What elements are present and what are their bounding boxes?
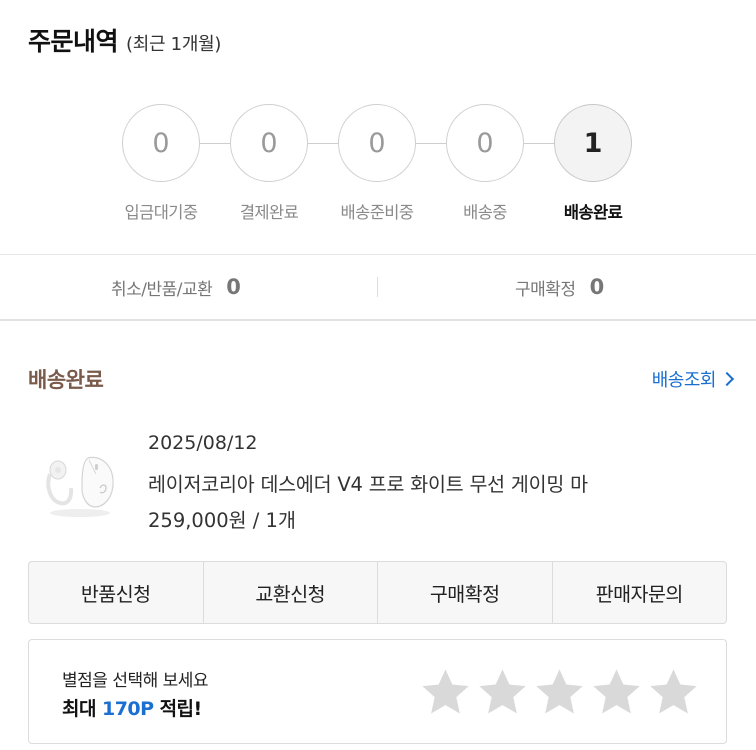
reward-points: 170P: [101, 698, 154, 720]
seller-inquiry-button[interactable]: 판매자문의: [553, 562, 727, 623]
chevron-right-icon: [719, 371, 735, 387]
order-progress-steps: 0 입금대기중 0 결제완료 0 배송준비중 0 배송중 1 배송완료: [0, 104, 756, 229]
page-header: 주문내역 (최근 1개월): [28, 22, 221, 58]
reward-suffix: 적립!: [159, 698, 203, 720]
summary-label: 구매확정: [515, 279, 576, 300]
step-count-circle: 0: [338, 104, 416, 182]
step-count-circle: 0: [122, 104, 200, 182]
order-date: 2025/08/12: [148, 432, 258, 454]
order-action-buttons: 반품신청 교환신청 구매확정 판매자문의: [28, 561, 727, 624]
step-delivered[interactable]: 1 배송완료: [538, 104, 648, 223]
order-summary-bar: 취소/반품/교환 0 구매확정 0: [0, 255, 756, 319]
track-shipment-link[interactable]: 배송조회: [651, 366, 735, 392]
star-icon[interactable]: [590, 666, 643, 719]
star-icon[interactable]: [647, 666, 700, 719]
page-subtitle: (최근 1개월): [126, 34, 222, 55]
summary-separator: [377, 277, 378, 297]
reward-text: 최대 170P 적립!: [62, 694, 202, 721]
page-title: 주문내역: [28, 27, 119, 56]
step-count-circle: 0: [446, 104, 524, 182]
star-rating: [419, 666, 700, 719]
step-label: 배송중: [463, 203, 507, 222]
review-rating-card: 별점을 선택해 보세요 최대 170P 적립!: [28, 639, 727, 744]
step-count-circle: 1: [554, 104, 632, 182]
wireless-mouse-icon: [46, 456, 114, 517]
step-payment-complete[interactable]: 0 결제완료: [214, 104, 324, 223]
summary-count: 0: [589, 275, 605, 299]
step-label: 입금대기중: [124, 203, 199, 222]
product-name-link[interactable]: 레이저코리아 데스에더 V4 프로 화이트 무선 게이밍 마: [148, 468, 748, 497]
star-icon[interactable]: [419, 666, 472, 719]
rating-prompt: 별점을 선택해 보세요: [62, 671, 209, 691]
return-request-button[interactable]: 반품신청: [29, 562, 204, 623]
step-preparing-shipment[interactable]: 0 배송준비중: [322, 104, 432, 223]
step-count-circle: 0: [230, 104, 308, 182]
step-pending-payment[interactable]: 0 입금대기중: [106, 104, 216, 223]
step-label: 배송준비중: [340, 203, 415, 222]
exchange-request-button[interactable]: 교환신청: [204, 562, 378, 623]
cancel-return-exchange-summary[interactable]: 취소/반품/교환 0: [111, 255, 241, 319]
step-in-transit[interactable]: 0 배송중: [430, 104, 540, 223]
product-thumbnail[interactable]: [36, 440, 124, 520]
purchase-confirm-button[interactable]: 구매확정: [378, 562, 553, 623]
step-label: 배송완료: [563, 203, 623, 222]
summary-label: 취소/반품/교환: [111, 279, 213, 300]
reward-prefix: 최대: [62, 698, 96, 720]
purchase-confirm-summary[interactable]: 구매확정 0: [515, 255, 604, 319]
summary-count: 0: [226, 275, 241, 299]
section-divider: [0, 319, 756, 321]
order-status-heading: 배송완료: [28, 368, 104, 392]
star-icon[interactable]: [533, 666, 586, 719]
price-quantity: 259,000원 / 1개: [148, 509, 296, 532]
star-icon[interactable]: [476, 666, 529, 719]
track-shipment-label: 배송조회: [651, 370, 717, 391]
step-label: 결제완료: [239, 203, 299, 222]
